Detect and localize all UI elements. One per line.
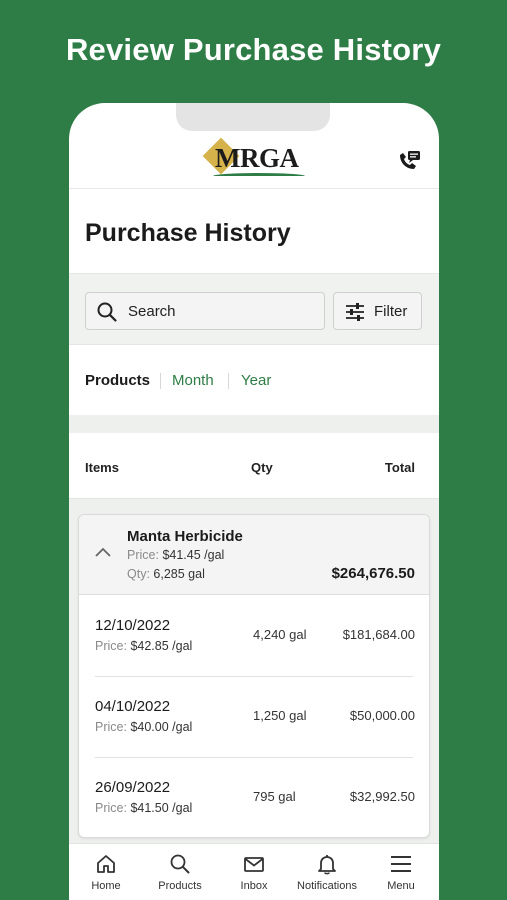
- app-header: MRGA: [69, 103, 439, 189]
- product-name: Manta Herbicide: [127, 528, 243, 545]
- filter-button[interactable]: Filter: [333, 292, 422, 330]
- tab-products[interactable]: Products: [85, 372, 150, 389]
- search-icon: [170, 854, 190, 874]
- nav-inbox[interactable]: Inbox: [229, 844, 279, 900]
- promo-headline: Review Purchase History: [65, 32, 442, 67]
- mail-icon: [244, 857, 264, 872]
- purchase-row[interactable]: 12/10/2022 Price: $42.85 /gal 4,240 gal …: [79, 595, 429, 675]
- nav-menu[interactable]: Menu: [377, 844, 425, 900]
- sliders-icon: [346, 303, 364, 321]
- purchase-price: Price: $40.00 /gal: [95, 720, 192, 734]
- group-by-tabs: Products Month Year: [69, 345, 439, 415]
- tab-year[interactable]: Year: [241, 372, 271, 389]
- bell-icon: [318, 855, 336, 875]
- nav-label: Notifications: [297, 880, 357, 892]
- section-gap: [69, 415, 439, 433]
- product-qty-label: Qty:: [127, 567, 150, 581]
- purchase-qty: 4,240 gal: [253, 627, 307, 642]
- search-input[interactable]: Search: [85, 292, 325, 330]
- menu-icon: [391, 856, 411, 872]
- purchase-qty: 795 gal: [253, 789, 296, 804]
- product-qty-value: 6,285 gal: [153, 567, 205, 581]
- nav-label: Home: [91, 880, 121, 892]
- nav-notifications[interactable]: Notifications: [291, 844, 363, 900]
- purchase-total: $50,000.00: [349, 708, 415, 723]
- purchase-qty: 1,250 gal: [253, 708, 307, 723]
- purchase-date: 12/10/2022: [95, 617, 171, 634]
- purchase-price-value: $41.50 /gal: [130, 801, 193, 815]
- purchase-date: 04/10/2022: [95, 698, 171, 715]
- column-items: Items: [85, 460, 119, 475]
- tab-divider: [228, 373, 229, 389]
- product-summary[interactable]: Manta Herbicide Price: $41.45 /gal Qty: …: [79, 515, 429, 595]
- chevron-up-icon[interactable]: [94, 545, 112, 559]
- title-area: Purchase History: [69, 189, 439, 273]
- purchase-price: Price: $41.50 /gal: [95, 801, 192, 815]
- purchase-price-label: Price:: [95, 639, 127, 653]
- phone-message-icon[interactable]: [396, 149, 422, 173]
- logo-swoosh: [213, 173, 305, 179]
- phone-frame: MRGA Purchase History Search Filter Prod…: [69, 103, 439, 900]
- purchase-price-value: $40.00 /gal: [130, 720, 193, 734]
- search-placeholder: Search: [128, 303, 176, 320]
- product-price-value: $41.45 /gal: [162, 548, 225, 562]
- product-price: Price: $41.45 /gal: [127, 548, 224, 562]
- purchase-price-value: $42.85 /gal: [130, 639, 193, 653]
- tab-divider: [160, 373, 161, 389]
- purchase-price-label: Price:: [95, 801, 127, 815]
- table-header: Items Qty Total: [69, 433, 439, 499]
- purchase-total: $32,992.50: [349, 789, 415, 804]
- page-title: Purchase History: [85, 219, 291, 247]
- column-total: Total: [384, 460, 415, 475]
- column-qty: Qty: [251, 460, 273, 475]
- purchase-price: Price: $42.85 /gal: [95, 639, 192, 653]
- filter-label: Filter: [374, 303, 408, 320]
- purchase-row[interactable]: 26/09/2022 Price: $41.50 /gal 795 gal $3…: [79, 757, 429, 837]
- mrga-logo[interactable]: MRGA: [202, 137, 307, 183]
- purchase-date: 26/09/2022: [95, 779, 171, 796]
- purchase-total: $181,684.00: [342, 627, 415, 642]
- product-qty: Qty: 6,285 gal: [127, 567, 205, 581]
- tab-month[interactable]: Month: [172, 372, 214, 389]
- search-bar-area: Search Filter: [69, 273, 439, 345]
- search-icon: [97, 302, 117, 322]
- nav-label: Products: [158, 880, 202, 892]
- product-price-label: Price:: [127, 548, 159, 562]
- logo-text: MRGA: [215, 143, 299, 173]
- product-card: Manta Herbicide Price: $41.45 /gal Qty: …: [78, 514, 430, 838]
- purchase-price-label: Price:: [95, 720, 127, 734]
- nav-label: Menu: [387, 880, 415, 892]
- nav-home[interactable]: Home: [77, 844, 135, 900]
- home-icon: [97, 855, 115, 873]
- product-total: $264,676.50: [331, 565, 415, 582]
- nav-products[interactable]: Products: [149, 844, 211, 900]
- nav-label: Inbox: [240, 880, 268, 892]
- bottom-navigation: Home Products Inbox Notifications Menu: [69, 843, 439, 900]
- purchase-row[interactable]: 04/10/2022 Price: $40.00 /gal 1,250 gal …: [79, 676, 429, 756]
